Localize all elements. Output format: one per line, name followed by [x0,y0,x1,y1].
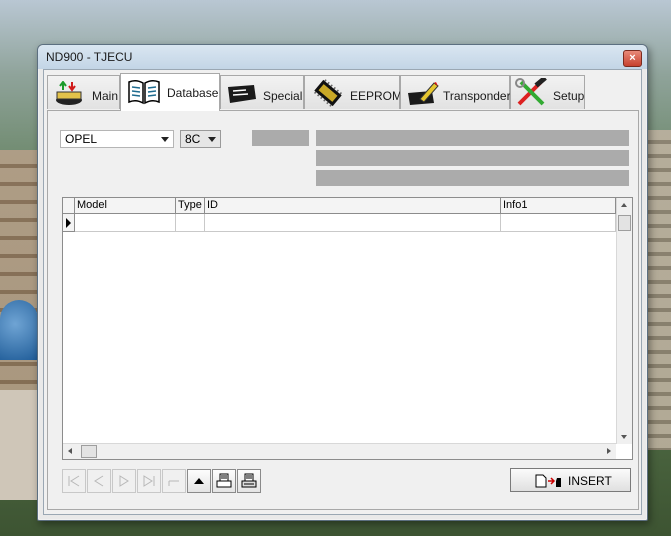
grid-corner [63,198,75,214]
cell-model[interactable] [75,214,176,232]
database-panel: OPEL 8C Model Type ID Info1 INSERT [47,110,639,510]
tab-special[interactable]: Special [220,75,304,109]
column-header-id[interactable]: ID [205,198,501,214]
tab-transponder-label: Transponder [443,89,511,103]
window-title: ND900 - TJECU [46,50,133,64]
tab-main-label: Main [92,89,119,103]
client-area: Main Database Special EEPROM Transponder… [43,69,642,515]
book-icon [128,79,160,105]
tools-icon [515,78,547,106]
current-row-icon [66,218,71,228]
nav-next-button[interactable] [112,469,136,493]
info-field-short [252,130,309,146]
cell-type[interactable] [176,214,205,232]
info-field-3 [316,170,629,186]
type-combo-value: 8C [185,132,201,146]
chip-icon [313,79,343,107]
insert-button-label: INSERT [568,474,612,488]
scroll-up-icon[interactable] [621,203,627,207]
tab-eeprom[interactable]: EEPROM [304,75,403,109]
scroll-right-icon[interactable] [607,448,611,454]
nav-up-button[interactable] [187,469,211,493]
nav-last-button[interactable] [137,469,161,493]
tab-transponder[interactable]: Transponder [400,75,511,109]
desktop-tower [0,390,38,500]
info-field-1 [316,130,629,146]
prior-record-icon [94,475,104,487]
nav-cancel-button[interactable] [162,469,186,493]
tab-setup[interactable]: Setup [510,75,585,109]
cell-id[interactable] [205,214,501,232]
scroll-down-icon[interactable] [621,435,627,439]
nav-print-all-button[interactable] [237,469,261,493]
column-header-info1[interactable]: Info1 [501,198,616,214]
make-combo[interactable]: OPEL [60,130,174,148]
horizontal-scrollbar[interactable] [63,443,616,459]
tab-database-label: Database [167,86,219,100]
main-tab-icon [56,81,82,105]
scroll-left-icon[interactable] [68,448,72,454]
insert-button[interactable]: INSERT [510,468,631,492]
vertical-scrollbar[interactable] [616,198,632,444]
tab-setup-label: Setup [553,89,585,103]
tab-database[interactable]: Database [120,73,220,111]
cancel-edit-icon [168,480,179,486]
last-record-icon [143,475,155,487]
vertical-scroll-thumb[interactable] [618,215,631,231]
tab-main[interactable]: Main [47,75,120,109]
insert-record-icon [535,474,561,488]
horizontal-scroll-thumb[interactable] [81,445,97,458]
triangle-up-icon [194,478,204,484]
cell-info1[interactable] [501,214,616,232]
desktop-dome [0,300,38,360]
nav-first-button[interactable] [62,469,86,493]
title-bar[interactable]: ND900 - TJECU × [38,45,647,69]
nav-prior-button[interactable] [87,469,111,493]
chevron-down-icon [208,137,216,142]
first-record-icon [68,475,80,487]
tab-special-label: Special [263,89,303,103]
next-record-icon [119,475,129,487]
column-header-model[interactable]: Model [75,198,176,214]
app-window: ND900 - TJECU × Main Database Special EE… [37,44,648,521]
close-button[interactable]: × [623,50,642,67]
printer-icon [216,473,232,488]
chevron-down-icon [161,137,169,142]
column-header-type[interactable]: Type [176,198,205,214]
database-grid[interactable]: Model Type ID Info1 [62,197,633,460]
type-combo[interactable]: 8C [180,130,221,148]
info-field-2 [316,150,629,166]
nav-print-button[interactable] [212,469,236,493]
tab-eeprom-label: EEPROM [350,89,403,103]
make-combo-value: OPEL [65,132,98,146]
special-card-icon [228,85,256,103]
row-indicator[interactable] [63,214,75,232]
printer-all-icon [241,473,257,488]
pen-icon [408,82,439,105]
